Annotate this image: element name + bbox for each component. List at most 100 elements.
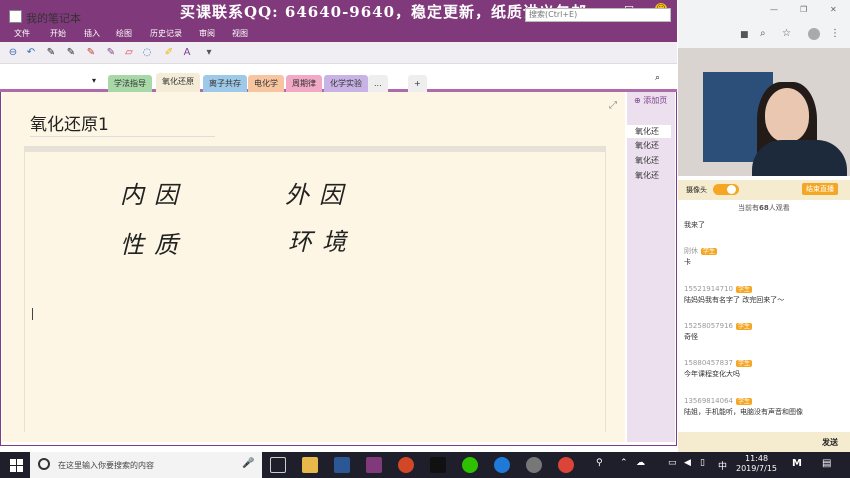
eraser-icon[interactable]: ▱	[122, 47, 136, 59]
tab-study-guide[interactable]: 学法指导	[108, 75, 152, 92]
page-item[interactable]: 氧化还	[627, 139, 671, 152]
tab-periodic[interactable]: 周期律	[286, 75, 322, 92]
network-icon[interactable]: ▭	[668, 458, 677, 468]
menu-draw[interactable]: 绘图	[116, 28, 132, 39]
microphone-icon[interactable]: 🎤	[242, 458, 254, 469]
clock-date: 2019/7/15	[736, 464, 778, 473]
pen-dark-icon[interactable]: ✎	[64, 47, 78, 59]
tab-more[interactable]: ...	[368, 75, 388, 92]
camera-label: 摄像头	[686, 186, 707, 194]
page-item[interactable]: 氧化还	[627, 154, 671, 167]
menu-dots-icon[interactable]: ⋮	[830, 28, 840, 39]
draw-toolbar	[0, 42, 677, 64]
star-icon[interactable]: ☆	[782, 28, 791, 39]
chat-user: 15521914710 学生	[684, 285, 753, 293]
chat-message: 奇怪	[684, 333, 698, 341]
word-icon[interactable]	[334, 457, 350, 473]
chat-user: 刚休 学生	[684, 247, 718, 255]
notebook-name[interactable]: 我的笔记本	[26, 10, 81, 26]
clock-time: 11:48	[744, 454, 769, 463]
camera-icon[interactable]: ■	[740, 30, 749, 40]
edge-icon[interactable]	[494, 457, 510, 473]
file-explorer-icon[interactable]	[302, 457, 318, 473]
windows-start-icon[interactable]	[10, 459, 23, 472]
handwriting-property: 性质	[120, 231, 188, 259]
powerpoint-icon[interactable]	[398, 457, 414, 473]
highlighter-icon[interactable]: ✐	[162, 47, 176, 59]
close-icon[interactable]: ✕	[830, 5, 837, 14]
chat-message: 卡	[684, 258, 691, 266]
text-cursor	[32, 308, 33, 320]
zoom-icon[interactable]: ⌕	[760, 28, 766, 39]
system-clock[interactable]: 11:48 2019/7/15	[736, 454, 777, 474]
pen-red-icon[interactable]: ✎	[84, 47, 98, 59]
restore-icon[interactable]: ❐	[800, 5, 807, 14]
menu-review[interactable]: 审阅	[199, 28, 215, 39]
add-page-button[interactable]: ⊕ 添加页	[634, 95, 667, 106]
ribbon-menu	[0, 24, 677, 42]
text-color-icon[interactable]: A	[180, 47, 194, 59]
search-input[interactable]: 搜索(Ctrl+E)	[525, 8, 671, 22]
menu-home[interactable]: 开始	[50, 28, 66, 39]
title-underline	[30, 136, 215, 137]
tab-ion[interactable]: 离子共存	[203, 75, 247, 92]
page-item[interactable]: 氧化还	[627, 169, 671, 182]
wechat-icon[interactable]	[462, 457, 478, 473]
chat-user: 15880457837 学生	[684, 359, 753, 367]
teacher-body	[752, 140, 847, 176]
minimize-icon[interactable]: —	[770, 5, 778, 14]
avatar[interactable]	[808, 28, 820, 40]
chat-user: 15258057916 学生	[684, 322, 753, 330]
volume-icon[interactable]: ◀	[684, 458, 691, 468]
add-page-label: 添加页	[643, 96, 668, 105]
search-icon[interactable]: ⌕	[655, 73, 660, 83]
back-icon[interactable]: ⊖	[6, 47, 20, 59]
more-icon[interactable]: ▾	[202, 47, 216, 59]
pen-black-icon[interactable]: ✎	[44, 47, 58, 59]
menu-history[interactable]: 历史记录	[150, 28, 182, 39]
lasso-icon[interactable]: ◌	[140, 47, 154, 59]
page-title[interactable]: 氧化还原1	[30, 110, 109, 135]
menu-file[interactable]: 文件	[14, 28, 30, 39]
cloud-icon[interactable]: ☁	[636, 458, 645, 468]
people-icon[interactable]: ⚲	[596, 458, 603, 468]
notebook-icon[interactable]	[9, 10, 22, 23]
notification-icon[interactable]: ▤	[822, 458, 831, 469]
task-view-icon[interactable]	[270, 457, 286, 473]
chat-message: 陆姐，手机能听，电脑没有声音和图像	[684, 408, 803, 416]
browser-bar	[678, 0, 850, 48]
add-section-button[interactable]: +	[408, 75, 427, 92]
send-button[interactable]: 发送	[822, 437, 838, 448]
menu-view[interactable]: 视图	[232, 28, 248, 39]
viewer-count: 当前有68人观看	[738, 204, 790, 212]
onenote-icon[interactable]	[366, 457, 382, 473]
chat-message: 陆妈妈我有名字了 改完回来了～	[684, 296, 785, 304]
page-item[interactable]: 氧化还	[627, 125, 671, 138]
app-tray-icon[interactable]: M	[792, 458, 802, 469]
battery-icon[interactable]: ▯	[700, 458, 705, 468]
tab-redox[interactable]: 氧化还原	[156, 73, 200, 92]
tab-experiment[interactable]: 化学实验	[324, 75, 368, 92]
tray-arrow-icon[interactable]: ⌃	[620, 458, 628, 468]
handwriting-environment: 环境	[288, 228, 356, 256]
end-live-button[interactable]: 结束直播	[802, 183, 838, 195]
qq-icon[interactable]	[430, 457, 446, 473]
chat-message: 今年课程变化大吗	[684, 370, 740, 378]
undo-icon[interactable]: ↶	[24, 47, 38, 59]
chevron-down-icon[interactable]: ▾	[92, 76, 96, 85]
ime-indicator[interactable]: 中	[718, 459, 727, 472]
chat-user: 13569814064 学生	[684, 397, 753, 405]
chrome-icon[interactable]	[558, 457, 574, 473]
chat-message: 我来了	[684, 221, 705, 229]
taskbar-search-text: 在这里输入你要搜索的内容	[58, 461, 154, 470]
app-icon[interactable]	[526, 457, 542, 473]
cortana-icon	[38, 458, 50, 470]
pen-purple-icon[interactable]: ✎	[104, 47, 118, 59]
handwriting-external: 外因	[285, 181, 353, 209]
teacher-face	[765, 88, 809, 142]
tab-electrochem[interactable]: 电化学	[248, 75, 284, 92]
expand-icon[interactable]: ⤢	[609, 100, 617, 111]
menu-insert[interactable]: 插入	[84, 28, 100, 39]
handwriting-internal: 内因	[120, 181, 188, 209]
toggle-knob	[727, 185, 736, 194]
